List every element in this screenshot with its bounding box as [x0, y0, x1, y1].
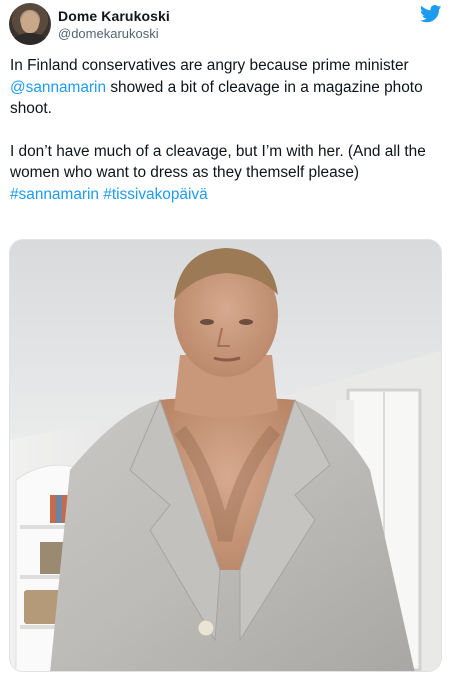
mention-link[interactable]: @sannamarin [10, 79, 106, 96]
avatar[interactable] [9, 3, 51, 45]
hashtags: #sannamarin #tissivakopäivä [10, 184, 444, 206]
tweet-text-part: In Finland conservatives are angry becau… [10, 57, 409, 74]
tweet-card: Dome Karukoski @domekarukoski In Finland… [0, 0, 452, 679]
hashtag-link[interactable]: #tissivakopäivä [103, 186, 207, 203]
tweet-photo[interactable] [9, 239, 442, 672]
tweet-paragraph-2: I don’t have much of a cleavage, but I’m… [10, 142, 426, 182]
twitter-bird-icon[interactable] [420, 5, 442, 23]
tweet-paragraph-1: In Finland conservatives are angry becau… [10, 55, 444, 120]
user-handle[interactable]: @domekarukoski [58, 26, 159, 41]
display-name[interactable]: Dome Karukoski [58, 8, 170, 24]
hashtag-link[interactable]: #sannamarin [10, 186, 99, 203]
photo-illustration [10, 240, 441, 671]
tweet-text: In Finland conservatives are angry becau… [10, 55, 444, 205]
